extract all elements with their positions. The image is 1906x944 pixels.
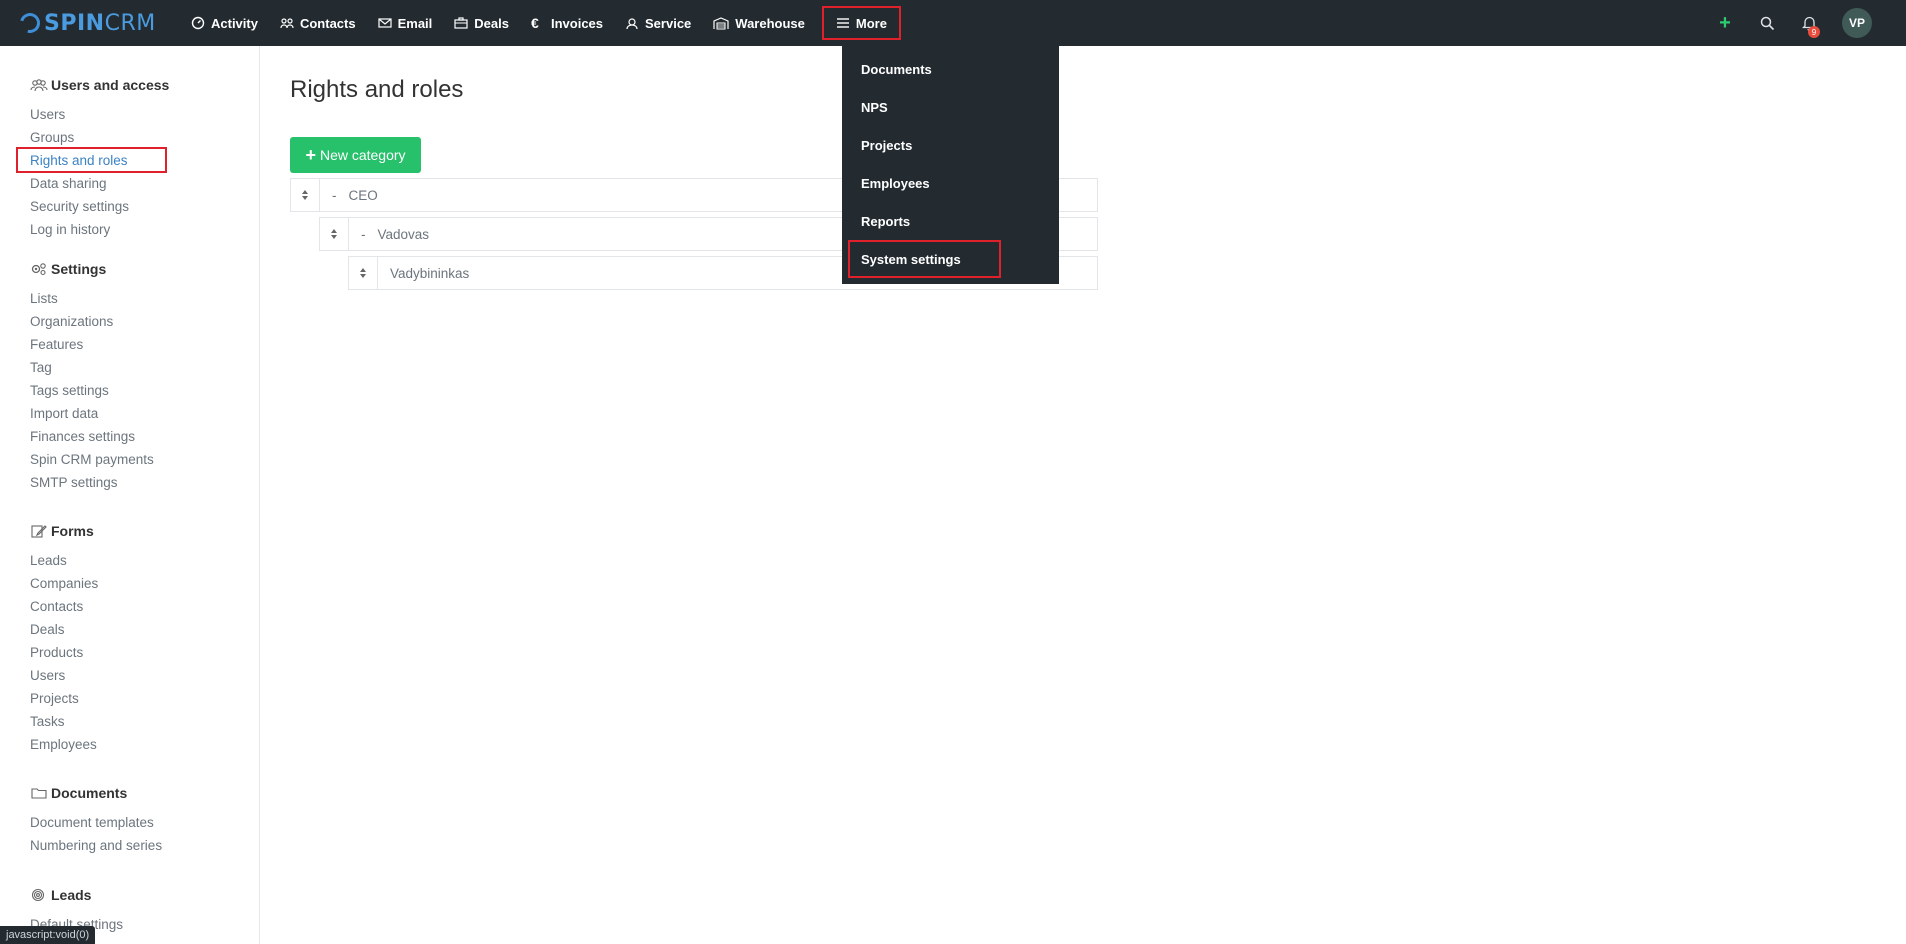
plus-icon: + — [1719, 11, 1731, 34]
more-dropdown-menu: Documents NPS Projects Employees Reports… — [842, 46, 1059, 284]
plus-icon: + — [305, 144, 316, 165]
gauge-icon — [191, 16, 205, 30]
role-collapse-toggle[interactable]: - — [349, 227, 366, 242]
menu-item-projects[interactable]: Projects — [861, 138, 912, 153]
menu-item-documents[interactable]: Documents — [861, 62, 932, 77]
nav-service[interactable]: Service — [614, 0, 702, 46]
section-documents: Documents Document templates Numbering a… — [0, 782, 162, 857]
nav-deals[interactable]: Deals — [443, 0, 520, 46]
euro-icon: € — [530, 15, 539, 31]
role-name: CEO — [348, 187, 378, 203]
new-category-button[interactable]: + New category — [290, 137, 421, 173]
section-title-forms: Forms — [51, 523, 94, 539]
sidebar-link-tag[interactable]: Tag — [30, 356, 154, 379]
sidebar-link-forms-leads[interactable]: Leads — [30, 549, 98, 572]
notification-badge: 9 — [1808, 26, 1820, 38]
headset-icon — [626, 18, 638, 30]
sidebar-link-forms-products[interactable]: Products — [30, 641, 98, 664]
nav-invoices[interactable]: € Invoices — [520, 0, 614, 46]
sidebar-link-users[interactable]: Users — [30, 103, 169, 126]
menu-item-nps[interactable]: NPS — [861, 100, 888, 115]
sidebar-link-spin-crm-payments[interactable]: Spin CRM payments — [30, 448, 154, 471]
logo[interactable]: SPINCRM — [0, 0, 180, 46]
sidebar-link-forms-users[interactable]: Users — [30, 664, 98, 687]
section-settings: Settings Lists Organizations Features Ta… — [0, 258, 154, 494]
folder-icon — [31, 788, 47, 799]
sidebar-link-log-in-history[interactable]: Log in history — [30, 218, 169, 241]
briefcase-icon — [454, 17, 468, 29]
sidebar-link-forms-deals[interactable]: Deals — [30, 618, 98, 641]
target-icon — [31, 888, 45, 902]
topbar-tools: + 9 VP — [1704, 0, 1906, 46]
sidebar-link-finances-settings[interactable]: Finances settings — [30, 425, 154, 448]
nav-email[interactable]: Email — [367, 0, 444, 46]
sidebar-link-lists[interactable]: Lists — [30, 287, 154, 310]
top-navbar: SPINCRM Activity Contacts Email Deals € … — [0, 0, 1906, 46]
sort-handle-icon[interactable] — [349, 257, 378, 289]
sidebar-link-tags-settings[interactable]: Tags settings — [30, 379, 154, 402]
menu-item-reports[interactable]: Reports — [861, 214, 910, 229]
search-button[interactable] — [1746, 0, 1788, 46]
browser-status-bar: javascript:void(0) — [0, 926, 96, 944]
nav-more-button[interactable]: More — [821, 6, 901, 40]
highlight-rights-and-roles — [16, 147, 167, 173]
sidebar-link-security-settings[interactable]: Security settings — [30, 195, 169, 218]
people-icon — [30, 79, 48, 92]
sort-handle-icon[interactable] — [320, 218, 349, 250]
logo-text: SPINCRM — [44, 10, 156, 36]
sidebar-link-organizations[interactable]: Organizations — [30, 310, 154, 333]
sidebar-link-features[interactable]: Features — [30, 333, 154, 356]
warehouse-icon — [713, 17, 729, 30]
sidebar-link-forms-projects[interactable]: Projects — [30, 687, 98, 710]
section-title-users-access: Users and access — [51, 77, 170, 93]
nav-warehouse[interactable]: Warehouse — [702, 0, 816, 46]
sidebar-link-numbering-and-series[interactable]: Numbering and series — [30, 834, 162, 857]
sidebar-link-document-templates[interactable]: Document templates — [30, 811, 162, 834]
section-title-settings: Settings — [51, 261, 107, 277]
highlight-system-settings — [848, 240, 1001, 278]
quick-add-button[interactable]: + — [1704, 0, 1746, 46]
nav-contacts[interactable]: Contacts — [269, 0, 367, 46]
section-title-documents: Documents — [51, 785, 128, 801]
menu-item-employees[interactable]: Employees — [861, 176, 930, 191]
gears-icon — [31, 263, 46, 276]
page-title: Rights and roles — [290, 76, 464, 103]
sidebar-link-smtp-settings[interactable]: SMTP settings — [30, 471, 154, 494]
user-avatar[interactable]: VP — [1842, 8, 1872, 38]
envelope-icon — [377, 18, 392, 28]
notifications-button[interactable]: 9 — [1788, 0, 1830, 46]
sidebar-link-forms-companies[interactable]: Companies — [30, 572, 98, 595]
settings-sidebar: Users and access Users Groups Rights and… — [0, 46, 260, 944]
sidebar-link-import-data[interactable]: Import data — [30, 402, 154, 425]
logo-mark-icon — [16, 9, 44, 37]
sidebar-link-data-sharing[interactable]: Data sharing — [30, 172, 169, 195]
sidebar-link-groups[interactable]: Groups — [30, 126, 169, 149]
section-forms: Forms Leads Companies Contacts Deals Pro… — [0, 520, 98, 756]
hamburger-icon — [836, 18, 849, 28]
sidebar-link-forms-employees[interactable]: Employees — [30, 733, 98, 756]
role-name: Vadovas — [377, 226, 430, 242]
nav-activity[interactable]: Activity — [180, 0, 269, 46]
sidebar-link-forms-contacts[interactable]: Contacts — [30, 595, 98, 618]
sort-handle-icon[interactable] — [291, 179, 320, 211]
edit-icon — [31, 525, 47, 538]
role-name: Vadybininkas — [390, 265, 470, 281]
role-collapse-toggle[interactable]: - — [320, 188, 337, 203]
sidebar-link-forms-tasks[interactable]: Tasks — [30, 710, 98, 733]
people-icon — [280, 18, 294, 29]
section-title-leads: Leads — [51, 887, 92, 903]
main-nav: Activity Contacts Email Deals € Invoices… — [180, 0, 901, 46]
search-icon — [1760, 16, 1774, 30]
